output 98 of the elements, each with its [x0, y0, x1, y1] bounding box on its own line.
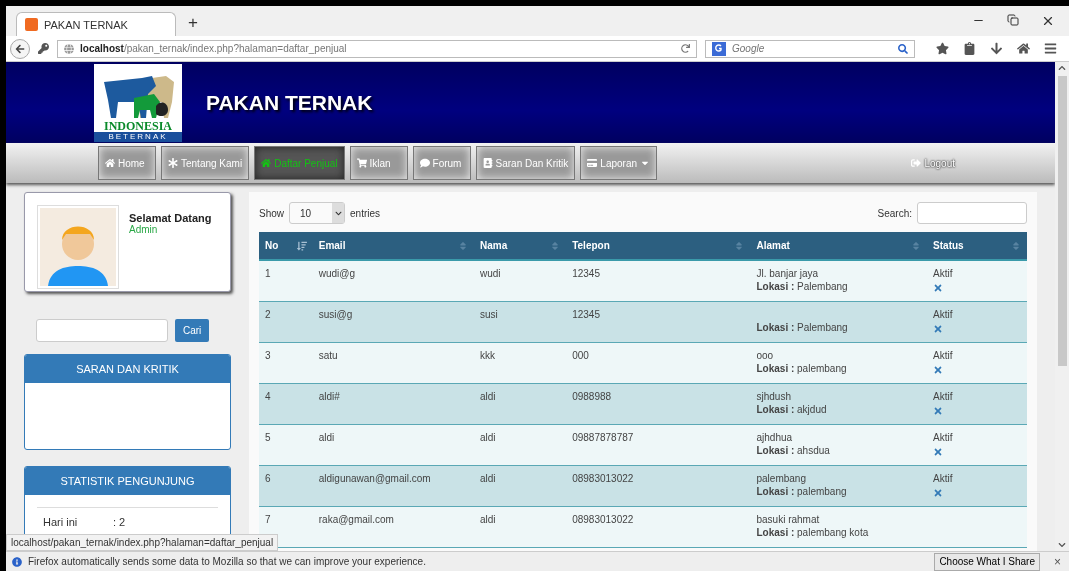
search-icon[interactable] — [898, 43, 908, 54]
new-tab-button[interactable]: + — [184, 12, 202, 36]
table-cell: raka@gmail.com — [312, 506, 474, 548]
role-text: Admin — [129, 224, 159, 235]
status-cell: Aktif — [927, 424, 1027, 466]
show-label: Show — [259, 207, 284, 219]
table-cell: satu — [312, 342, 474, 384]
table-cell: susi — [474, 301, 567, 343]
table-cell: 4 — [259, 383, 313, 425]
star-icon[interactable] — [936, 42, 949, 55]
scroll-up-icon[interactable] — [1058, 64, 1066, 72]
restore-icon[interactable] — [1007, 14, 1019, 26]
column-header[interactable]: Email — [312, 232, 474, 260]
address-cell: basuki rahmat Lokasi : palembang kota — [750, 506, 928, 548]
home-icon — [261, 158, 272, 168]
address-book-icon — [482, 158, 493, 168]
logout-link[interactable]: Logout — [911, 157, 955, 169]
table-cell: 12345 — [566, 260, 751, 302]
table-cell: kkk — [474, 342, 567, 384]
table-cell: 000 — [566, 342, 751, 384]
table-cell: 3 — [259, 342, 313, 384]
close-icon[interactable]: × — [1046, 554, 1069, 569]
search-button[interactable]: Cari — [175, 319, 210, 342]
menu-icon[interactable] — [1044, 42, 1057, 55]
entries-label: entries — [350, 207, 381, 219]
globe-icon — [64, 43, 74, 54]
column-header[interactable]: Status — [927, 232, 1027, 260]
browser-tab[interactable]: PAKAN TERNAK — [16, 12, 176, 36]
stat-value: : 2 — [113, 516, 126, 528]
download-icon[interactable] — [990, 42, 1003, 55]
table-cell: aldi — [474, 424, 567, 466]
column-header[interactable]: No — [259, 232, 313, 260]
address-cell: ooo Lokasi : palembang — [750, 342, 928, 384]
table-cell: aldi — [474, 383, 567, 425]
logo: INDONESIA BETERNAK — [94, 63, 182, 142]
address-cell: sjhdush Lokasi : akjdud — [750, 383, 928, 425]
stat-label: Hari ini — [43, 516, 79, 528]
reload-icon[interactable] — [681, 44, 690, 53]
notification-text: Firefox automatically sends some data to Mozilla so that we can improve your experience. — [28, 556, 426, 567]
page-size-select[interactable]: 10 — [289, 202, 345, 224]
panel-title: STATISTIK PENGUNJUNG — [25, 467, 230, 495]
status-cell: Aktif — [927, 465, 1027, 507]
close-icon[interactable] — [1041, 14, 1055, 28]
table-cell: 2 — [259, 301, 313, 343]
table-cell: susi@g — [312, 301, 474, 343]
site-title: PAKAN TERNAK — [206, 90, 373, 115]
logout-icon — [911, 158, 922, 168]
table-search-field[interactable] — [917, 202, 1027, 224]
address-cell: palembang Lokasi : palembang — [750, 465, 928, 507]
scroll-down-icon[interactable] — [1058, 541, 1066, 549]
favicon-icon — [25, 18, 38, 31]
status-url: localhost/pakan_ternak/index.php?halaman=daftar_penjual — [6, 534, 279, 551]
table-cell: aldi — [312, 424, 474, 466]
status-cell: Aktif — [927, 342, 1027, 384]
table-cell: aldigunawan@gmail.com — [312, 465, 474, 507]
back-arrow-icon — [15, 43, 25, 54]
table-cell: 1 — [259, 260, 313, 302]
column-header[interactable]: Telepon — [566, 232, 751, 260]
asterisk-icon — [168, 158, 178, 168]
table-cell: 5 — [259, 424, 313, 466]
status-cell: Aktif — [927, 301, 1027, 343]
column-header[interactable]: Alamat — [750, 232, 928, 260]
card-icon — [587, 158, 598, 168]
key-icon — [38, 43, 49, 54]
clipboard-icon[interactable] — [963, 42, 976, 55]
address-field[interactable]: localhost/pakan_ternak/index.php?halaman=daftar_penjual — [57, 39, 697, 58]
home-icon — [105, 158, 115, 168]
address-cell: Jl. banjar jaya Lokasi : Palembang — [750, 260, 928, 302]
table-cell: aldi — [474, 465, 567, 507]
search-label: Search: — [877, 207, 912, 219]
welcome-text: Selamat Datang — [129, 212, 212, 224]
table-cell: 6 — [259, 465, 313, 507]
table-cell: 08983013022 — [566, 465, 751, 507]
search-field[interactable]: Google — [705, 39, 915, 58]
status-cell: Aktif — [927, 260, 1027, 302]
search-field[interactable] — [36, 319, 168, 342]
home-icon[interactable] — [1017, 42, 1030, 55]
search-engine-icon[interactable] — [712, 41, 726, 56]
table-cell: 0988988 — [566, 383, 751, 425]
choose-share-button[interactable]: Choose What I Share — [934, 552, 1040, 571]
chevron-icon — [332, 203, 344, 223]
speech-bubble-icon — [419, 158, 430, 168]
table-cell: aldi# — [312, 383, 474, 425]
address-cell: Lokasi : Palembang — [750, 301, 928, 343]
cart-icon — [356, 158, 367, 168]
address-cell: ajhdhua Lokasi : ahsdua — [750, 424, 928, 466]
avatar-icon — [37, 205, 119, 289]
table-cell: wudi — [474, 260, 567, 302]
table-cell: 09887878787 — [566, 424, 751, 466]
column-header[interactable]: Nama — [474, 232, 567, 260]
table-cell: 08983013022 — [566, 506, 751, 548]
table-cell: 12345 — [566, 301, 751, 343]
back-button[interactable] — [10, 38, 30, 59]
panel-title: SARAN DAN KRITIK — [25, 355, 230, 383]
table-cell: aldi — [474, 506, 567, 548]
status-cell: Aktif — [927, 383, 1027, 425]
info-icon — [12, 556, 22, 567]
table-cell: wudi@g — [312, 260, 474, 302]
